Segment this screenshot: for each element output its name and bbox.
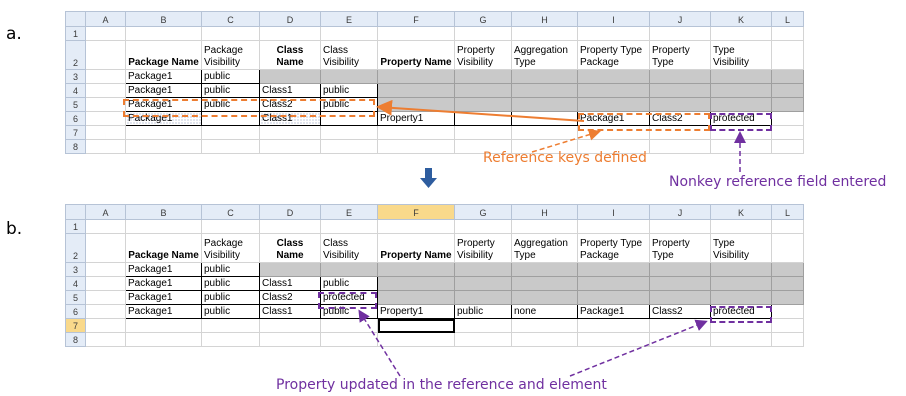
down-arrow-shaft [425,168,432,178]
annotation-arrows [358,99,746,377]
reference-keys-label: Reference keys defined [483,150,647,166]
down-arrow-head [420,178,437,188]
property-updated-label: Property updated in the reference and el… [276,377,607,393]
reference-keys-callout [531,128,601,153]
updated-callout-left [358,309,401,377]
reference-link-arrow [376,99,585,122]
updated-callout-right [569,319,708,377]
nonkey-field-label: Nonkey reference field entered [669,174,887,190]
